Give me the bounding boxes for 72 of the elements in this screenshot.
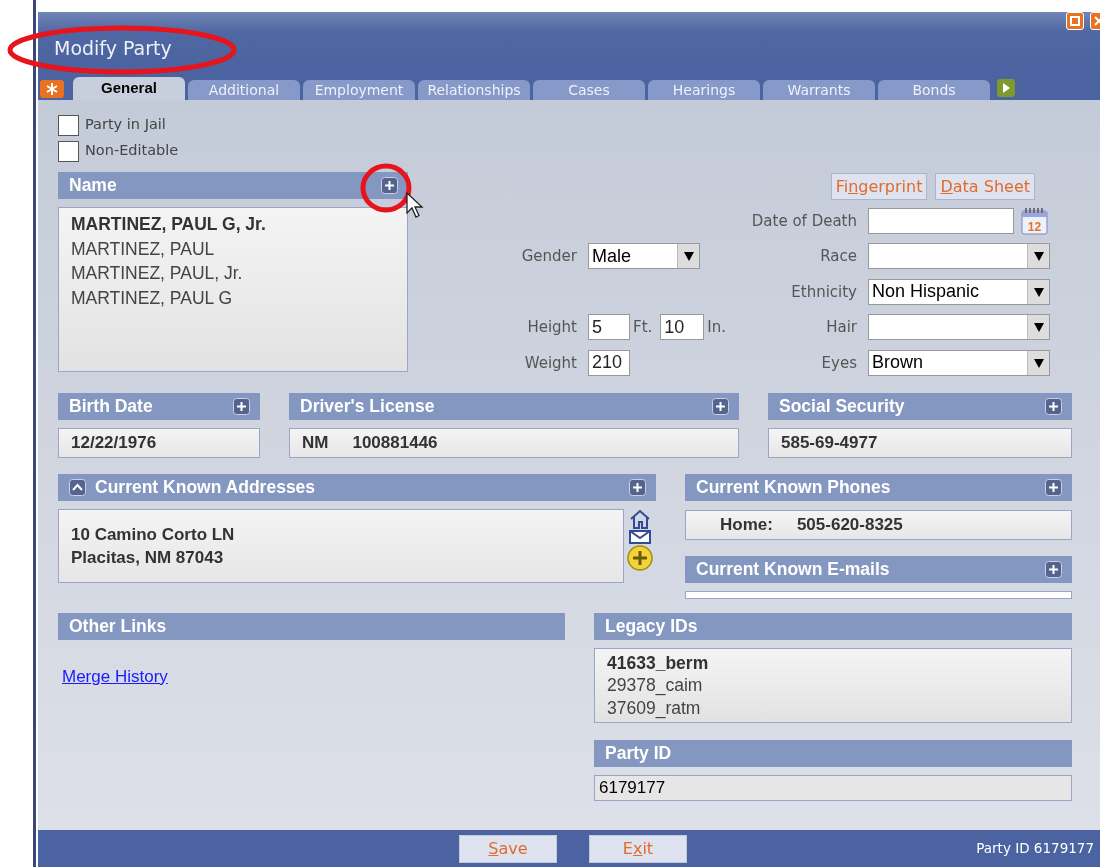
panel-title: Birth Date (69, 394, 153, 418)
checkbox[interactable] (58, 114, 79, 136)
dropdown-field[interactable]: Male (588, 243, 700, 270)
value-field: 12/22/1976 (58, 427, 260, 458)
field-label: Weight (523, 352, 578, 374)
dropdown-arrow-icon[interactable] (1033, 251, 1044, 262)
name-entry[interactable]: MARTINEZ, PAUL G (71, 285, 395, 310)
field-label: Hair (825, 317, 858, 338)
collapse-icon[interactable] (69, 478, 86, 496)
add-icon[interactable] (1045, 560, 1062, 578)
next-tab-icon[interactable] (997, 79, 1015, 97)
add-icon[interactable] (381, 177, 398, 194)
restore-button[interactable] (1066, 12, 1084, 30)
checkbox-label: Non-Editable (85, 141, 179, 161)
panel-title: Current Known Addresses (95, 475, 316, 499)
dropdown-field[interactable] (868, 314, 1050, 341)
dropdown-arrow-icon[interactable] (1033, 357, 1044, 368)
text-input[interactable]: 210 (588, 349, 630, 376)
field-label: Date of Death (750, 210, 858, 232)
annotation-circle (360, 163, 412, 213)
panel-title: Social Security (779, 394, 905, 418)
dropdown-arrow-icon[interactable] (1033, 322, 1044, 333)
unit-label: Ft. (633, 317, 653, 338)
add-icon[interactable] (1045, 478, 1062, 496)
merge-history-link[interactable]: Merge History (62, 663, 168, 689)
add-icon[interactable] (629, 478, 646, 496)
dropdown-arrow-icon[interactable] (683, 251, 694, 262)
dropdown-arrow-icon[interactable] (1033, 286, 1044, 297)
field-label: Eyes (820, 352, 858, 374)
value-field: NM 100881446 (289, 427, 739, 458)
dropdown-field[interactable]: Brown (868, 349, 1050, 376)
name-entry[interactable]: MARTINEZ, PAUL (71, 236, 395, 261)
party-id-field: 6179177 (594, 774, 1072, 801)
dropdown-field[interactable]: Non Hispanic (868, 278, 1050, 305)
mouse-cursor-icon (406, 192, 424, 218)
checkbox-label: Party in Jail (85, 115, 166, 135)
field-label: Height (526, 317, 578, 338)
house-icon[interactable] (629, 508, 651, 529)
asterisk-icon[interactable] (40, 80, 64, 98)
panel-title: Current Known E-mails (696, 557, 890, 581)
field-label: Gender (520, 246, 578, 267)
add-icon[interactable] (233, 397, 250, 415)
panel-title: Party ID (605, 741, 672, 765)
window-title: Modify Party (54, 35, 172, 61)
dropdown-field[interactable] (868, 243, 1050, 270)
panel-title: Driver's License (300, 394, 435, 418)
panel-title: Other Links (69, 614, 167, 638)
field-label: Race (819, 246, 858, 267)
name-entry[interactable]: MARTINEZ, PAUL G, Jr. (71, 212, 395, 237)
panel-title: Current Known Phones (696, 475, 891, 499)
text-input[interactable]: 10 (660, 314, 705, 341)
tab[interactable]: General (73, 77, 185, 100)
value-field: Home: 505-620-8325 (685, 509, 1072, 540)
legacy-id: 37609_ratm (607, 696, 702, 719)
add-icon[interactable] (1045, 397, 1062, 415)
legacy-id: 41633_berm (607, 651, 710, 674)
panel-title: Legacy IDs (605, 614, 698, 638)
address-box: 10 Camino Corto LN Placitas, NM 87043 (58, 508, 624, 583)
status-text: Party ID 6179177 (976, 839, 1094, 859)
text-input[interactable]: 5 (588, 314, 630, 341)
checkbox[interactable] (58, 140, 79, 162)
value-field: 585-69-4977 (768, 427, 1072, 458)
legacy-id: 29378_caim (607, 674, 704, 697)
date-input[interactable] (868, 207, 1014, 234)
add-icon[interactable] (712, 397, 729, 415)
field-label: Ethnicity (790, 281, 858, 303)
add-circle-icon[interactable] (627, 544, 653, 571)
panel-title: Name (69, 174, 117, 198)
restore-icon (1070, 16, 1080, 26)
name-entry[interactable]: MARTINEZ, PAUL, Jr. (71, 261, 395, 286)
unit-label: In. (707, 317, 726, 338)
envelope-icon[interactable] (629, 529, 651, 544)
